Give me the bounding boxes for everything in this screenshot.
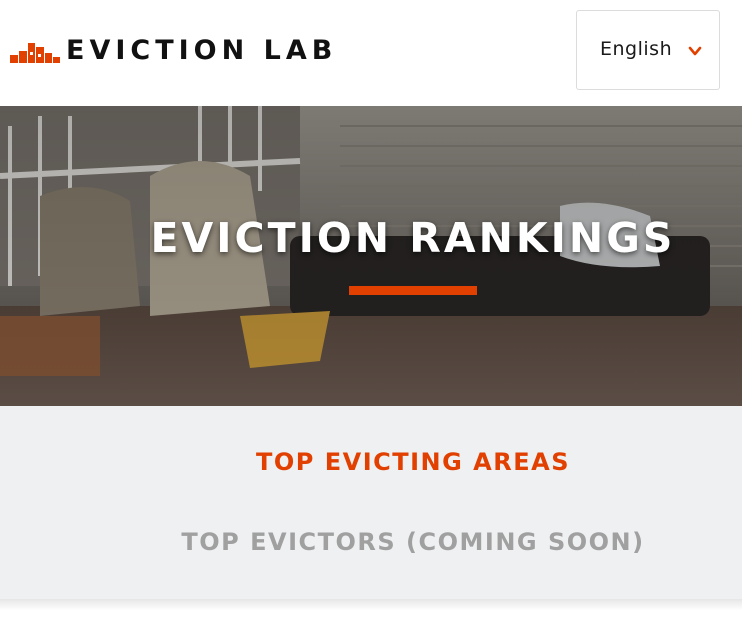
site-header: EVICTION LAB English — [0, 0, 742, 106]
page-title: EVICTION RANKINGS — [150, 214, 676, 262]
language-select[interactable]: English — [576, 10, 720, 90]
section-divider-shadow — [0, 599, 742, 618]
rankings-tabs: TOP EVICTING AREAS TOP EVICTORS (COMING … — [0, 406, 742, 599]
logo-text: EVICTION LAB — [66, 35, 338, 66]
eviction-lab-logo-icon — [10, 43, 60, 63]
chevron-down-icon — [688, 46, 702, 56]
tab-top-evicting-areas[interactable]: TOP EVICTING AREAS — [0, 448, 742, 476]
language-select-value: English — [600, 38, 673, 60]
tab-top-evictors[interactable]: TOP EVICTORS (COMING SOON) — [0, 528, 742, 556]
hero-banner: EVICTION RANKINGS — [0, 106, 742, 406]
title-underline-accent — [349, 286, 477, 295]
site-logo[interactable]: EVICTION LAB — [10, 36, 337, 66]
